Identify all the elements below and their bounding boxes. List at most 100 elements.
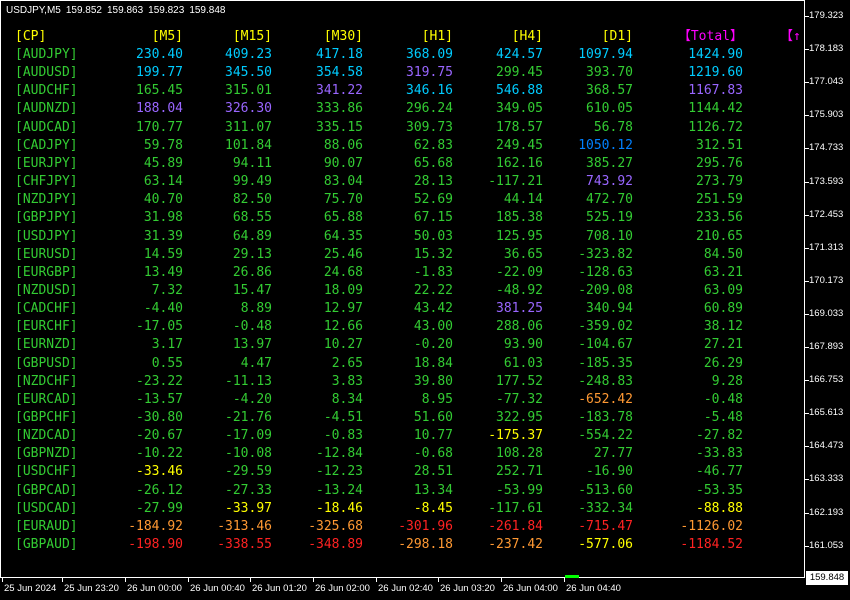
strength-value: 8.95 [421, 391, 453, 407]
price-label: 167.893 [809, 341, 844, 352]
strength-value: 90.07 [323, 155, 363, 171]
strength-value: 393.70 [586, 65, 633, 81]
price-label: 178.183 [809, 43, 844, 55]
strength-value: 8.34 [331, 391, 363, 407]
strength-value: 26.86 [232, 264, 272, 280]
strength-value: 15.47 [232, 282, 272, 298]
strength-value: 349.05 [496, 101, 543, 117]
strength-value: 1424.90 [688, 47, 743, 62]
pair-label: [EURJPY] [15, 155, 78, 171]
strength-value: 1219.60 [688, 65, 743, 81]
strength-value: -5.48 [703, 410, 743, 425]
pair-label: [GBPCAD] [15, 482, 78, 498]
strength-value: -88.88 [696, 500, 743, 516]
strength-value: 3.17 [151, 337, 183, 353]
low-price: 159.823 [148, 5, 185, 16]
strength-value: -325.68 [308, 518, 363, 534]
strength-value: 346.16 [406, 83, 453, 99]
strength-value: -359.02 [578, 319, 633, 335]
price-label: 175.903 [809, 109, 844, 121]
strength-value: 83.04 [323, 174, 363, 190]
strength-value: 273.79 [696, 174, 743, 190]
strength-value: -513.60 [578, 482, 633, 498]
price-label: 165.613 [809, 407, 844, 419]
strength-value: 10.27 [323, 337, 363, 353]
strength-value: -30.80 [136, 410, 183, 425]
price-label: 162.193 [809, 506, 844, 518]
chart-plot-area[interactable] [0, 0, 805, 578]
time-label: 26 Jun 02:00 [315, 583, 370, 594]
time-label: 25 Jun 2024 [4, 583, 57, 594]
strength-value: 59.78 [143, 137, 183, 153]
strength-value: 188.04 [136, 101, 183, 117]
strength-value: 381.25 [496, 301, 543, 317]
time-scale[interactable]: 25 Jun 2024 25 Jun 23:20 26 Jun 00:00 26 Ju… [0, 578, 805, 600]
pair-label: [AUDJPY] [15, 47, 78, 62]
strength-value: 63.14 [143, 174, 183, 190]
price-label: 164.473 [809, 440, 844, 452]
strength-value: -33.46 [136, 464, 183, 480]
strength-value: -53.35 [696, 482, 743, 498]
strength-value: 36.65 [503, 246, 543, 262]
pair-label: [AUDNZD] [15, 101, 78, 117]
strength-value: 24.68 [323, 264, 363, 280]
strength-value: 1126.72 [688, 119, 743, 135]
strength-value: -0.48 [703, 391, 743, 407]
strength-value: 335.15 [316, 119, 363, 135]
pair-label: [GBPNZD] [15, 446, 78, 462]
strength-value: 12.66 [323, 319, 363, 335]
strength-value: 177.52 [496, 373, 543, 389]
strength-value: -33.97 [225, 500, 272, 516]
pair-label: [AUDUSD] [15, 65, 78, 81]
price-scale[interactable]: 179.323 178.183 177.043 175.903 174.733 173.5… [805, 0, 850, 578]
strength-value: 44.14 [503, 192, 543, 208]
strength-value: 311.07 [225, 119, 272, 135]
strength-value: -10.08 [225, 446, 272, 462]
strength-value: 125.95 [496, 228, 543, 244]
strength-value: 31.98 [143, 210, 183, 226]
chart-header: USDJPY,M5 159.852 159.863 159.823 159.848 [6, 5, 230, 16]
column-header: [H1] [421, 29, 453, 44]
time-tick [564, 578, 565, 582]
strength-value: 63.21 [703, 264, 743, 280]
price-label: 179.323 [809, 10, 844, 21]
strength-value: 230.40 [136, 47, 183, 62]
strength-value: 1097.94 [578, 47, 633, 62]
pair-label: [CHFJPY] [15, 174, 78, 190]
strength-value: -348.89 [308, 537, 363, 553]
strength-value: 62.83 [413, 137, 453, 153]
strength-value: 68.55 [232, 210, 272, 226]
strength-value: 39.80 [413, 373, 453, 389]
strength-value: 56.78 [593, 119, 633, 135]
price-label: 174.733 [809, 142, 844, 154]
strength-value: -10.22 [136, 446, 183, 462]
strength-value: 18.84 [413, 355, 453, 371]
strength-value: 45.89 [143, 155, 183, 171]
strength-value: -298.18 [398, 537, 453, 553]
strength-value: 13.34 [413, 482, 453, 498]
strength-value: 296.24 [406, 101, 453, 117]
strength-value: -0.83 [323, 428, 363, 444]
strength-value: 252.71 [496, 464, 543, 480]
strength-value: 2.65 [331, 355, 363, 371]
column-header: [M15] [232, 29, 272, 44]
strength-value: -4.20 [232, 391, 272, 407]
strength-value: 88.06 [323, 137, 363, 153]
column-header: 【Total】 [677, 29, 743, 44]
strength-value: 185.38 [496, 210, 543, 226]
pair-label: [NZDJPY] [15, 192, 78, 208]
strength-value: 546.88 [496, 83, 543, 99]
strength-value: -18.46 [316, 500, 363, 516]
time-label: 26 Jun 04:00 [503, 583, 558, 594]
strength-value: -27.99 [136, 500, 183, 516]
strength-value: 43.42 [413, 301, 453, 317]
strength-value: 368.57 [586, 83, 633, 99]
strength-value: 25.46 [323, 246, 363, 262]
strength-value: -26.12 [136, 482, 183, 498]
close-price: 159.848 [189, 5, 226, 16]
strength-value: 472.70 [586, 192, 633, 208]
strength-value: 210.65 [696, 228, 743, 244]
price-label: 171.313 [809, 241, 844, 253]
strength-value: -323.82 [578, 246, 633, 262]
strength-value: 299.45 [496, 65, 543, 81]
